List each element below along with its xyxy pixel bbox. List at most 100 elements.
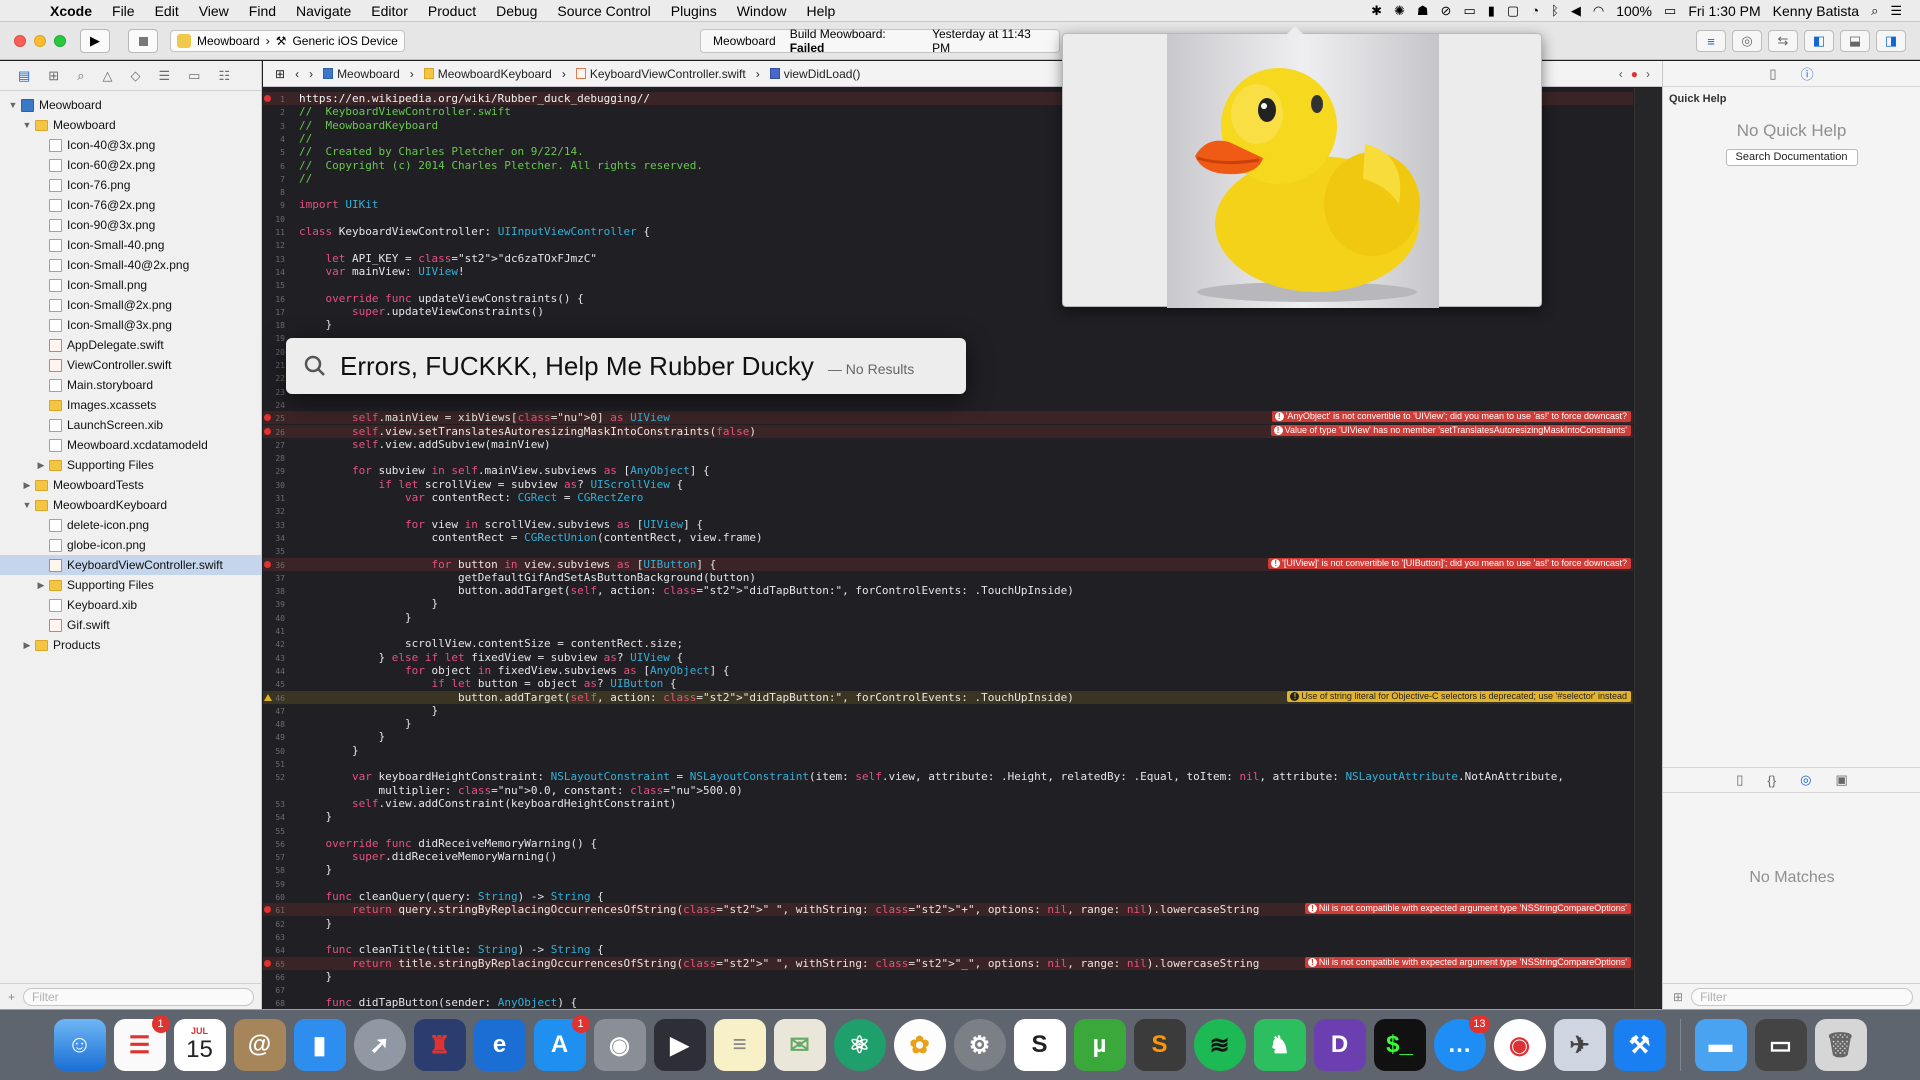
bookmark-icon[interactable]: ▮ xyxy=(1488,3,1495,19)
code-line[interactable]: 36 for button in view.subviews as [UIBut… xyxy=(263,557,1633,571)
screenshot-dock-icon[interactable]: ◉ xyxy=(593,1019,646,1071)
menu-app-name[interactable]: Xcode xyxy=(40,3,102,19)
file-tree-item[interactable]: LaunchScreen.xib xyxy=(0,415,261,435)
error-marker-icon[interactable] xyxy=(264,427,271,435)
jumpbar-file[interactable]: KeyboardViewController.swift xyxy=(575,67,746,81)
file-tree-item[interactable]: ▼ Meowboard xyxy=(0,115,261,135)
code-line[interactable]: 27 self.view.addSubview(mainView) xyxy=(263,438,1633,451)
library-filter-input[interactable]: Filter xyxy=(1691,987,1913,1006)
file-inspector-icon[interactable]: ▯ xyxy=(1769,66,1776,82)
terminal-dock-icon[interactable]: $_ xyxy=(1373,1019,1426,1071)
spotify-dock-icon[interactable]: ≋ xyxy=(1193,1019,1246,1071)
menu-source-control[interactable]: Source Control xyxy=(547,3,660,19)
ghost-icon[interactable]: ☗ xyxy=(1417,3,1429,19)
file-tree-item[interactable]: Icon-Small-40@2x.png xyxy=(0,255,261,275)
evernote-dock-icon[interactable]: ♞ xyxy=(1253,1019,1306,1071)
code-line[interactable]: 30 if let scrollView = subview as? UIScr… xyxy=(263,478,1633,491)
file-template-icon[interactable]: ▯ xyxy=(1736,772,1743,788)
code-line[interactable]: 50 } xyxy=(263,744,1633,757)
disclosure-open-icon[interactable]: ▼ xyxy=(22,500,32,510)
code-line[interactable]: 41 xyxy=(263,624,1633,637)
spotlight-search[interactable]: Errors, FUCKKK, Help Me Rubber Ducky — N… xyxy=(286,338,966,394)
notification-center-icon[interactable]: ☰ xyxy=(1890,3,1902,19)
code-line[interactable]: 54 } xyxy=(263,810,1633,823)
file-tree-item[interactable]: globe-icon.png xyxy=(0,535,261,555)
code-line[interactable]: 25 self.mainView = xibViews[class="nu">0… xyxy=(263,411,1633,425)
file-tree-item[interactable]: Keyboard.xib xyxy=(0,595,261,615)
battery-icon[interactable]: ▭ xyxy=(1664,3,1676,19)
menu-help[interactable]: Help xyxy=(797,3,846,19)
code-line[interactable]: 33 for view in scrollView.subviews as [U… xyxy=(263,518,1633,531)
previous-issue-icon[interactable]: ‹ xyxy=(1619,67,1623,81)
code-line[interactable]: 59 xyxy=(263,877,1633,890)
menu-editor[interactable]: Editor xyxy=(361,3,418,19)
disclosure-closed-icon[interactable]: ▶ xyxy=(36,460,46,471)
code-line[interactable]: 52 var keyboardHeightConstraint: NSLayou… xyxy=(263,770,1633,783)
code-line[interactable]: 58 } xyxy=(263,863,1633,876)
scheme-project[interactable]: Meowboard xyxy=(197,34,260,48)
error-marker-icon[interactable] xyxy=(264,959,271,967)
close-window-button[interactable] xyxy=(14,35,26,47)
menu-find[interactable]: Find xyxy=(239,3,286,19)
file-tree-item[interactable]: Meowboard.xcdatamodeld xyxy=(0,435,261,455)
error-message[interactable]: '[UIView]' is not convertible to '[UIBut… xyxy=(1268,557,1631,569)
time-machine-icon[interactable]: ◔ xyxy=(1531,3,1539,18)
file-tree-item[interactable]: ▶ Products xyxy=(0,635,261,655)
file-tree-item[interactable]: delete-icon.png xyxy=(0,515,261,535)
run-button[interactable]: ▶ xyxy=(80,29,110,53)
error-message[interactable]: Value of type 'UIView' has no member 'se… xyxy=(1270,424,1631,436)
file-tree-item[interactable]: Icon-60@2x.png xyxy=(0,155,261,175)
jumpbar-group[interactable]: MeowboardKeyboard xyxy=(423,67,552,81)
related-items-icon[interactable]: ⊞ xyxy=(275,67,285,81)
search-icon[interactable]: ⌕ xyxy=(77,68,84,84)
add-icon[interactable]: + xyxy=(8,990,15,1004)
code-line[interactable]: 63 xyxy=(263,930,1633,943)
menu-window[interactable]: Window xyxy=(727,3,797,19)
debug-icon[interactable]: ☰ xyxy=(158,68,170,84)
test-icon[interactable]: ◇ xyxy=(130,68,140,84)
atom-dock-icon[interactable]: ⚛ xyxy=(833,1019,886,1071)
code-line[interactable]: 24 xyxy=(263,398,1633,411)
system-preferences-dock-icon[interactable]: ⚙ xyxy=(953,1019,1006,1071)
navigator-filter-input[interactable]: Filter xyxy=(23,987,254,1006)
code-line[interactable]: 18 } xyxy=(263,318,1633,331)
zoom-window-button[interactable] xyxy=(54,35,66,47)
gear-burst-icon[interactable]: ✺ xyxy=(1394,3,1405,19)
file-tree-item[interactable]: Icon-Small@2x.png xyxy=(0,295,261,315)
menu-navigate[interactable]: Navigate xyxy=(286,3,361,19)
error-message[interactable]: 'AnyObject' is not convertible to 'UIVie… xyxy=(1271,411,1631,423)
spotlight-search-icon[interactable]: ⌕ xyxy=(1871,3,1878,19)
media-library-icon[interactable]: ▣ xyxy=(1835,772,1847,788)
sync-icon[interactable]: ⊘ xyxy=(1441,3,1452,19)
calendar-dock-icon[interactable]: JUL 15 xyxy=(173,1019,226,1071)
wifi-icon[interactable]: ◠ xyxy=(1593,3,1604,19)
battery-percent[interactable]: 100% xyxy=(1616,3,1652,19)
finder-dock-icon[interactable]: ☺ xyxy=(53,1019,106,1071)
code-line[interactable]: multiplier: class="nu">0.0, constant: cl… xyxy=(263,784,1633,797)
code-line[interactable]: 67 xyxy=(263,983,1633,996)
warning-marker-icon[interactable] xyxy=(264,693,272,701)
menu-product[interactable]: Product xyxy=(418,3,486,19)
error-indicator-icon[interactable]: ● xyxy=(1631,67,1638,81)
error-message[interactable]: Nil is not compatible with expected argu… xyxy=(1304,903,1631,915)
forward-arrow-icon[interactable]: › xyxy=(309,67,313,81)
bluetooth-icon[interactable]: ᛒ xyxy=(1551,3,1559,18)
standard-editor-button[interactable]: ≡ xyxy=(1696,30,1726,52)
object-library-icon[interactable]: ◎ xyxy=(1800,772,1811,788)
ibooks-dock-icon[interactable]: ▮ xyxy=(293,1019,346,1071)
code-line[interactable]: 55 xyxy=(263,824,1633,837)
symbol-icon[interactable]: ⊞ xyxy=(48,68,59,84)
file-tree-item[interactable]: Gif.swift xyxy=(0,615,261,635)
notes-dock-icon[interactable]: ≡ xyxy=(713,1019,766,1071)
code-line[interactable]: 31 var contentRect: CGRect = CGRectZero xyxy=(263,491,1633,504)
menu-view[interactable]: View xyxy=(189,3,239,19)
file-tree-item[interactable]: Icon-76@2x.png xyxy=(0,195,261,215)
scheme-device[interactable]: Generic iOS Device xyxy=(292,34,397,48)
sublime-text-dock-icon[interactable]: S xyxy=(1133,1019,1186,1071)
code-line[interactable]: 45 if let button = object as? UIButton { xyxy=(263,677,1633,690)
mail-stamp-dock-icon[interactable]: ✈ xyxy=(1553,1019,1606,1071)
code-line[interactable]: 32 xyxy=(263,504,1633,517)
code-line[interactable]: 57 super.didReceiveMemoryWarning() xyxy=(263,850,1633,863)
menu-edit[interactable]: Edit xyxy=(145,3,189,19)
scheme-selector[interactable]: Meowboard › ⚒ Generic iOS Device xyxy=(170,30,405,52)
